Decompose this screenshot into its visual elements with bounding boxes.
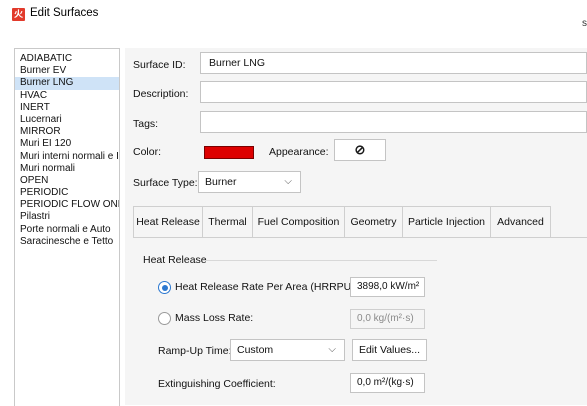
surface-list-item[interactable]: INERT: [15, 102, 119, 114]
tab-particle-injection[interactable]: Particle Injection: [403, 206, 491, 238]
surface-list-item[interactable]: Burner LNG: [15, 77, 119, 90]
no-texture-icon: ⊘: [354, 142, 366, 157]
description-input[interactable]: [200, 81, 587, 103]
surface-list-item[interactable]: Porte normali e Auto: [15, 224, 119, 236]
window-title: Edit Surfaces: [30, 7, 99, 19]
surface-list-item[interactable]: Muri normali: [15, 163, 119, 175]
hrrpua-input[interactable]: 3898,0 kW/m²: [350, 277, 425, 297]
surface-list-item[interactable]: Pilastri: [15, 211, 119, 223]
tab-fuel-composition[interactable]: Fuel Composition: [253, 206, 345, 238]
tab-divider: [133, 237, 587, 238]
top-right-mark: s: [582, 18, 587, 29]
extinguishing-input[interactable]: 0,0 m²/(kg·s): [350, 373, 425, 393]
tab-advanced[interactable]: Advanced: [491, 206, 551, 238]
surface-list-item[interactable]: HVAC: [15, 90, 119, 102]
chevron-down-icon: ⌵: [328, 344, 336, 355]
app-logo-icon: 火: [12, 8, 25, 21]
hrrpua-label: Heat Release Rate Per Area (HRRPUA):: [175, 281, 365, 293]
mass-loss-label: Mass Loss Rate:: [175, 312, 254, 324]
chevron-down-icon: ⌵: [284, 176, 292, 187]
title-bar: 火 Edit Surfaces s: [0, 0, 587, 29]
ramp-up-select[interactable]: Custom ⌵: [230, 339, 345, 361]
color-swatch-button[interactable]: [204, 146, 254, 159]
tab-bar: Heat Release Thermal Fuel Composition Geome…: [133, 206, 551, 238]
description-label: Description:: [133, 88, 189, 100]
surface-list-item[interactable]: Muri EI 120: [15, 138, 119, 150]
color-label: Color:: [133, 146, 162, 158]
tags-input[interactable]: [200, 111, 587, 133]
surface-list-item[interactable]: ADIABATIC: [15, 53, 119, 65]
surface-type-select[interactable]: Burner ⌵: [198, 171, 301, 193]
appearance-label: Appearance:: [269, 146, 329, 158]
heat-release-group-title: Heat Release: [143, 254, 207, 266]
surface-id-input[interactable]: Burner LNG: [200, 52, 587, 74]
appearance-button[interactable]: ⊘: [334, 139, 386, 161]
surface-list-item[interactable]: PERIODIC: [15, 187, 119, 199]
surface-type-value: Burner: [205, 176, 237, 188]
surface-list-item[interactable]: OPEN: [15, 175, 119, 187]
surface-list-item[interactable]: Muri interni normali e I: [15, 151, 119, 163]
mass-loss-input[interactable]: 0,0 kg/(m²·s): [350, 309, 425, 329]
surface-id-label: Surface ID:: [133, 59, 186, 71]
surface-list-item[interactable]: Burner EV: [15, 65, 119, 77]
edit-values-button[interactable]: Edit Values...: [352, 339, 427, 361]
extinguishing-label: Extinguishing Coefficient:: [158, 378, 276, 390]
group-divider: [205, 260, 437, 261]
surface-list-item[interactable]: PERIODIC FLOW ONL: [15, 199, 119, 211]
surface-list-item[interactable]: MIRROR: [15, 126, 119, 138]
tags-label: Tags:: [133, 118, 159, 130]
tab-thermal[interactable]: Thermal: [203, 206, 253, 238]
surface-list-item[interactable]: Saracinesche e Tetto: [15, 236, 119, 248]
surface-list-item[interactable]: Lucernari: [15, 114, 119, 126]
mass-loss-radio[interactable]: [158, 312, 171, 325]
ramp-up-value: Custom: [237, 344, 274, 356]
tab-geometry[interactable]: Geometry: [345, 206, 403, 238]
ramp-up-label: Ramp-Up Time:: [158, 345, 232, 357]
hrrpua-radio[interactable]: [158, 281, 171, 294]
surface-type-label: Surface Type:: [133, 177, 198, 189]
surface-list[interactable]: ADIABATIC Burner EV Burner LNG HVAC INERT Luc…: [14, 48, 120, 406]
tab-heat-release[interactable]: Heat Release: [133, 206, 203, 238]
